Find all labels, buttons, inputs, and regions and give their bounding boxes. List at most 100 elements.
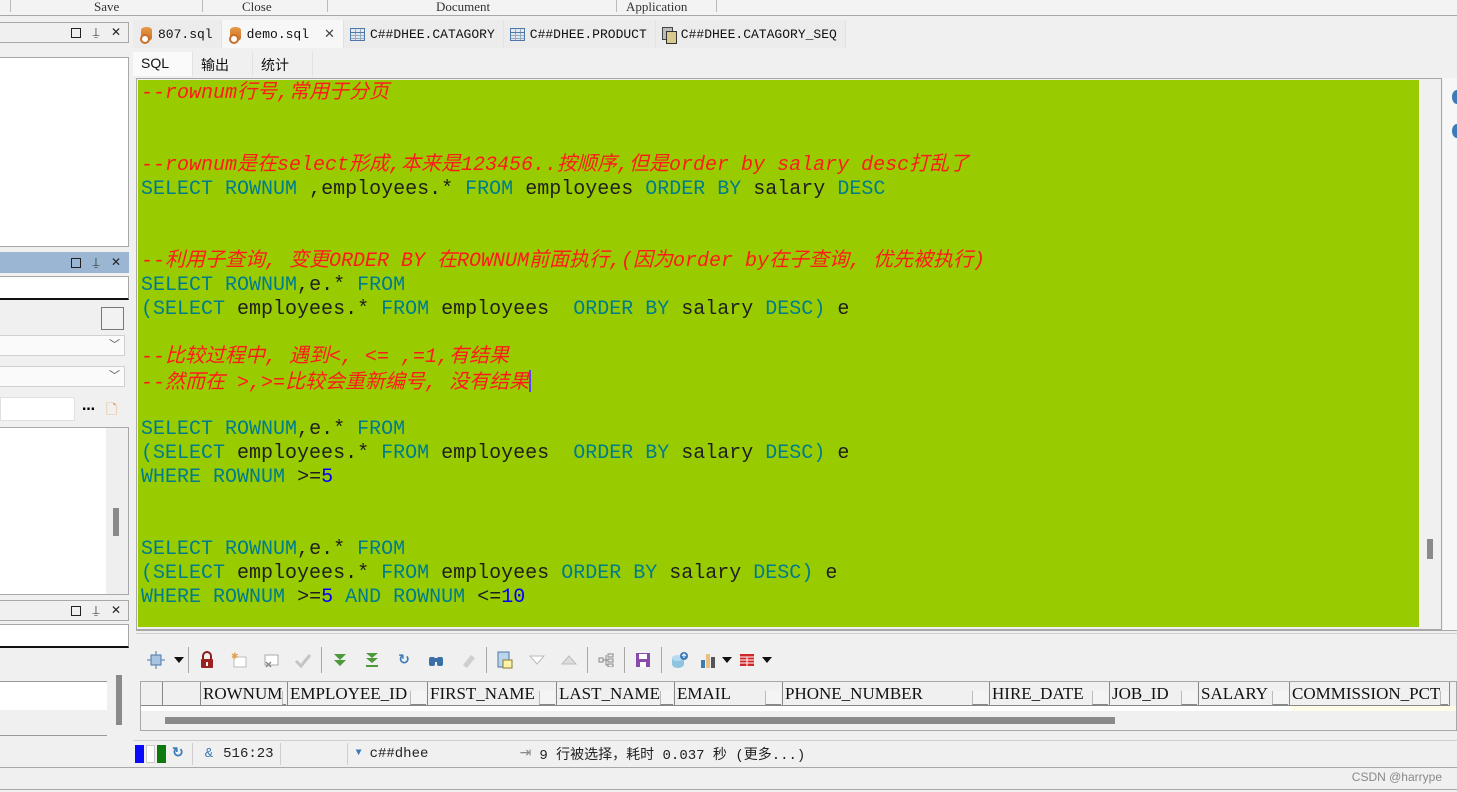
column-header-hire-date[interactable]: HIRE_DATE bbox=[990, 682, 1110, 706]
find-icon[interactable] bbox=[420, 648, 452, 672]
code-line[interactable] bbox=[141, 514, 1419, 538]
column-sort-button[interactable] bbox=[1272, 691, 1288, 705]
code-line[interactable] bbox=[141, 490, 1419, 514]
property-row[interactable] bbox=[0, 654, 107, 682]
editor-scrollbar[interactable] bbox=[1420, 80, 1441, 627]
code-line[interactable]: SELECT ROWNUM,e.* FROM bbox=[141, 418, 1419, 442]
tab-demo-sql[interactable]: demo.sql ✕ bbox=[221, 20, 344, 48]
code-line[interactable]: --然而在 >,>=比较会重新编号, 没有结果 bbox=[141, 370, 1419, 395]
code-line[interactable]: WHERE ROWNUM >=5 bbox=[141, 466, 1419, 490]
connection-dropdown-icon[interactable]: ▼ bbox=[356, 748, 362, 759]
code-line[interactable]: (SELECT employees.* FROM employees ORDER… bbox=[141, 442, 1419, 466]
property-row[interactable] bbox=[0, 710, 107, 736]
code-line[interactable] bbox=[141, 106, 1419, 130]
close-tab-icon[interactable]: ✕ bbox=[324, 27, 335, 42]
scrollbar[interactable] bbox=[106, 428, 128, 594]
filter-input[interactable] bbox=[0, 276, 129, 300]
lock-icon[interactable] bbox=[191, 648, 223, 672]
property-row[interactable] bbox=[0, 682, 107, 710]
code-line[interactable]: WHERE ROWNUM >=5 AND ROWNUM <=10 bbox=[141, 586, 1419, 610]
fetch-all-icon[interactable] bbox=[356, 648, 388, 672]
code-line[interactable]: (SELECT employees.* FROM employees ORDER… bbox=[141, 298, 1419, 322]
column-header-first-name[interactable]: FIRST_NAME bbox=[428, 682, 557, 706]
column-sort-button[interactable] bbox=[1092, 691, 1108, 705]
column-header-last-name[interactable]: LAST_NAME bbox=[557, 682, 675, 706]
column-sort-button[interactable] bbox=[765, 691, 781, 705]
close-icon[interactable]: ✕ bbox=[110, 25, 122, 41]
dropdown-arrow-icon[interactable] bbox=[760, 648, 774, 672]
auto-refresh-icon[interactable]: ↻ bbox=[172, 745, 184, 762]
tab-product-table[interactable]: C##DHEE.PRODUCT bbox=[503, 20, 656, 48]
save-icon[interactable] bbox=[627, 648, 659, 672]
code-line[interactable] bbox=[141, 130, 1419, 154]
subtab-sql[interactable]: SQL bbox=[133, 52, 193, 76]
dropdown-arrow-icon[interactable] bbox=[720, 648, 734, 672]
column-header-rownum[interactable]: ROWNUM bbox=[201, 682, 288, 706]
code-line[interactable]: SELECT ROWNUM,e.* FROM bbox=[141, 538, 1419, 562]
column-sort-button[interactable] bbox=[660, 691, 673, 705]
insert-row-icon[interactable]: ✱ bbox=[223, 648, 255, 672]
column-sort-button[interactable] bbox=[410, 691, 426, 705]
side-panel-icon[interactable] bbox=[1452, 90, 1457, 104]
scrollbar-thumb[interactable] bbox=[113, 508, 119, 536]
result-grid[interactable]: ROWNUM EMPLOYEE_ID FIRST_NAME LAST_NAME EMAI… bbox=[140, 681, 1457, 731]
column-header-job-id[interactable]: JOB_ID bbox=[1110, 682, 1199, 706]
clear-icon[interactable] bbox=[452, 648, 484, 672]
code-line[interactable]: SELECT ROWNUM ,employees.* FROM employee… bbox=[141, 178, 1419, 202]
table-row[interactable] bbox=[141, 706, 1456, 711]
refresh-icon[interactable]: ↻ bbox=[388, 648, 420, 672]
query-plan-icon[interactable] bbox=[590, 648, 622, 672]
code-line[interactable]: --rownum是在select形成,本来是123456..按顺序,但是orde… bbox=[141, 154, 1419, 178]
column-header-employee-id[interactable]: EMPLOYEE_ID bbox=[288, 682, 428, 706]
close-icon[interactable]: ✕ bbox=[110, 603, 122, 619]
sort-up-icon[interactable] bbox=[553, 648, 585, 672]
side-panel-icon[interactable] bbox=[1452, 124, 1457, 138]
maximize-icon[interactable] bbox=[70, 255, 82, 271]
column-header-commission-pct[interactable]: COMMISSION_PCT bbox=[1290, 682, 1450, 706]
column-sort-button[interactable] bbox=[539, 691, 555, 705]
code-line[interactable] bbox=[141, 202, 1419, 226]
horizontal-scrollbar-thumb[interactable] bbox=[165, 717, 1115, 724]
code-line[interactable]: (SELECT employees.* FROM employees ORDER… bbox=[141, 562, 1419, 586]
code-line[interactable] bbox=[141, 394, 1419, 418]
connection-name[interactable]: c##dhee bbox=[370, 746, 520, 762]
code-line[interactable]: --rownum行号,常用于分页 bbox=[141, 82, 1419, 106]
column-sort-button[interactable] bbox=[1181, 691, 1197, 705]
column-sort-button[interactable] bbox=[282, 691, 286, 705]
search-input[interactable] bbox=[0, 397, 75, 421]
scrollbar-thumb[interactable] bbox=[1427, 539, 1433, 559]
chart-icon[interactable] bbox=[696, 648, 720, 672]
code-line[interactable] bbox=[141, 322, 1419, 346]
object-list-panel[interactable] bbox=[0, 427, 129, 595]
tab-807-sql[interactable]: 807.sql bbox=[133, 20, 222, 48]
close-icon[interactable]: ✕ bbox=[110, 255, 122, 271]
new-file-icon[interactable]: 🗋 bbox=[106, 399, 117, 423]
commit-check-icon[interactable] bbox=[287, 648, 319, 672]
scrollbar-thumb[interactable] bbox=[116, 675, 122, 725]
fetch-next-icon[interactable] bbox=[324, 648, 356, 672]
maximize-icon[interactable] bbox=[70, 603, 82, 619]
pin-icon[interactable]: ⍊ bbox=[90, 255, 102, 271]
subtab-statistics[interactable]: 统计 bbox=[253, 52, 313, 76]
code-line[interactable] bbox=[141, 226, 1419, 250]
code-line[interactable]: SELECT ROWNUM,e.* FROM bbox=[141, 274, 1419, 298]
code-line[interactable]: --比较过程中, 遇到<, <= ,=1,有结果 bbox=[141, 346, 1419, 370]
more-options-button[interactable]: … bbox=[82, 399, 95, 414]
subtab-output[interactable]: 输出 bbox=[193, 52, 253, 76]
owner-combo[interactable]: ﹀ bbox=[0, 335, 125, 356]
object-tree-panel[interactable] bbox=[0, 57, 129, 247]
column-sort-button[interactable] bbox=[1440, 691, 1448, 705]
grid-view-icon[interactable] bbox=[734, 648, 760, 672]
record-view-icon[interactable] bbox=[489, 648, 521, 672]
column-header-salary[interactable]: SALARY bbox=[1199, 682, 1290, 706]
code-line[interactable]: --利用子查询, 变更ORDER BY 在ROWNUM前面执行,(因为order… bbox=[141, 250, 1419, 274]
column-sort-button[interactable] bbox=[972, 691, 988, 705]
delete-row-icon[interactable] bbox=[255, 648, 287, 672]
maximize-icon[interactable] bbox=[70, 25, 82, 41]
column-header-email[interactable]: EMAIL bbox=[675, 682, 783, 706]
sql-editor[interactable]: --rownum行号,常用于分页 --rownum是在select形成,本来是12… bbox=[138, 80, 1419, 627]
tab-catagory-table[interactable]: C##DHEE.CATAGORY bbox=[343, 20, 504, 48]
select-mode-icon[interactable] bbox=[140, 648, 172, 672]
dropdown-arrow-icon[interactable] bbox=[172, 648, 186, 672]
pin-icon[interactable]: ⍊ bbox=[90, 603, 102, 619]
